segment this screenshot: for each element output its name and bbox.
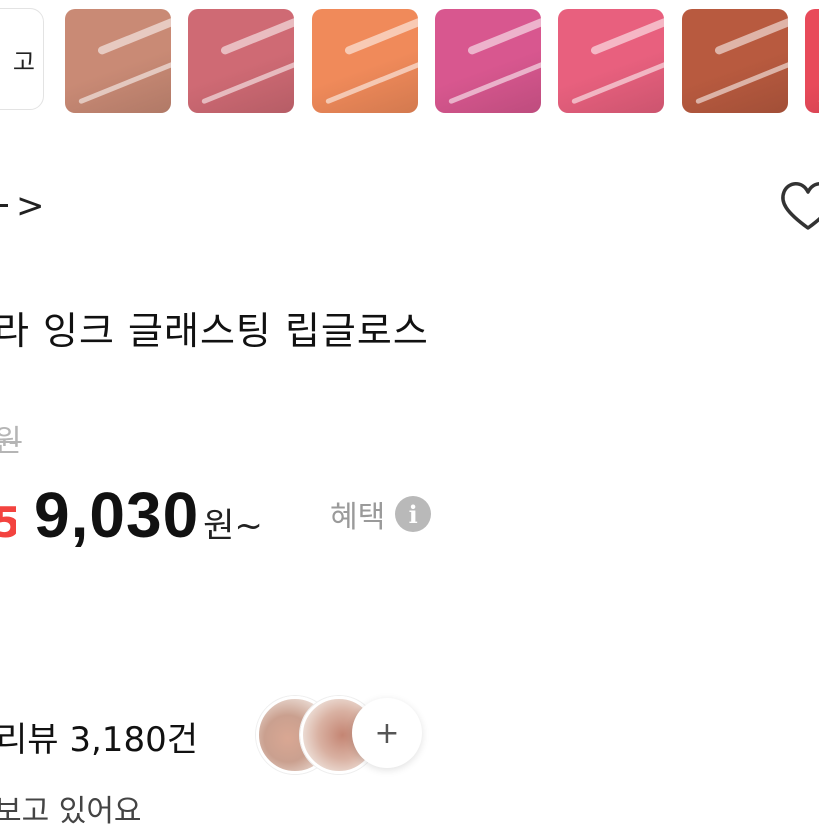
- color-swatch[interactable]: [805, 9, 819, 113]
- thumbs-more-label: 고: [12, 47, 35, 76]
- original-price: 원: [0, 424, 22, 459]
- discount-rate: 5: [0, 498, 16, 547]
- product-title: 라 잉크 글래스팅 립글로스: [0, 309, 429, 353]
- color-swatch[interactable]: [312, 9, 418, 113]
- color-swatch[interactable]: [435, 9, 541, 113]
- review-count[interactable]: 리뷰 3,180건: [0, 712, 198, 761]
- benefit-label: 혜택: [330, 500, 386, 535]
- thumbs-more-button[interactable]: 고: [0, 8, 44, 110]
- price-row: 5 9,030 원~: [0, 478, 263, 552]
- viewers-text: 보고 있어요: [0, 794, 142, 829]
- breadcrumb-dash-icon: [0, 204, 8, 207]
- chevron-right-icon: >: [16, 186, 45, 226]
- color-swatch-strip: 고: [0, 8, 819, 114]
- color-swatch[interactable]: [558, 9, 664, 113]
- brand-breadcrumb[interactable]: >: [0, 186, 45, 226]
- sale-price: 9,030: [34, 479, 200, 551]
- info-icon: i: [395, 496, 432, 532]
- plus-icon: +: [374, 715, 400, 751]
- heart-icon[interactable]: [778, 176, 819, 236]
- color-swatch[interactable]: [682, 9, 788, 113]
- color-swatch[interactable]: [188, 9, 294, 113]
- color-swatch[interactable]: [65, 9, 171, 113]
- price-unit: 원~: [203, 506, 263, 546]
- benefit-button[interactable]: 혜택 i: [330, 492, 432, 536]
- review-more-button[interactable]: +: [352, 698, 422, 768]
